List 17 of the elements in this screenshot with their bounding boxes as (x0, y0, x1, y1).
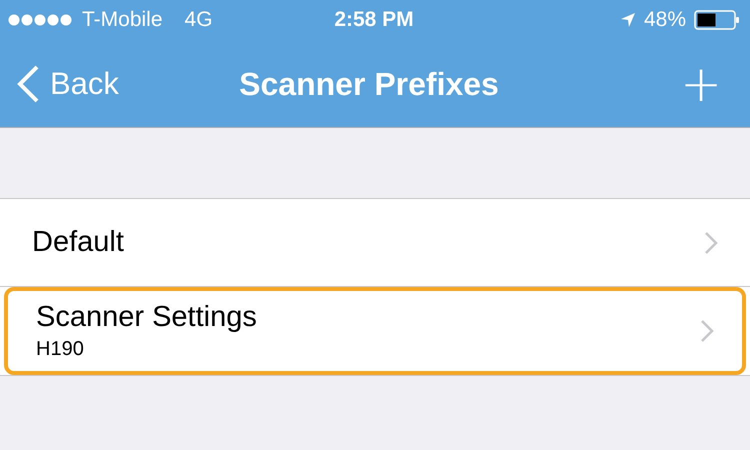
signal-icon (8, 14, 74, 26)
network-label: 4G (184, 8, 213, 32)
list-row[interactable]: Scanner Settings H190 (4, 287, 746, 375)
battery-icon (694, 10, 740, 30)
list-row[interactable]: Default (0, 199, 750, 287)
carrier-label: T-Mobile (82, 8, 163, 32)
row-subtitle: H190 (36, 338, 85, 361)
battery-percentage: 48% (644, 8, 686, 32)
chevron-icon (704, 230, 718, 254)
back-label: Back (50, 66, 119, 102)
row-title: Default (32, 226, 124, 259)
chevron-icon (700, 319, 714, 343)
back-chevron-icon (16, 64, 40, 104)
screen-title: Scanner Prefixes (239, 66, 499, 102)
location-icon (620, 12, 636, 28)
row-title: Scanner Settings (36, 301, 257, 334)
status-time: 2:58 PM (334, 8, 414, 32)
